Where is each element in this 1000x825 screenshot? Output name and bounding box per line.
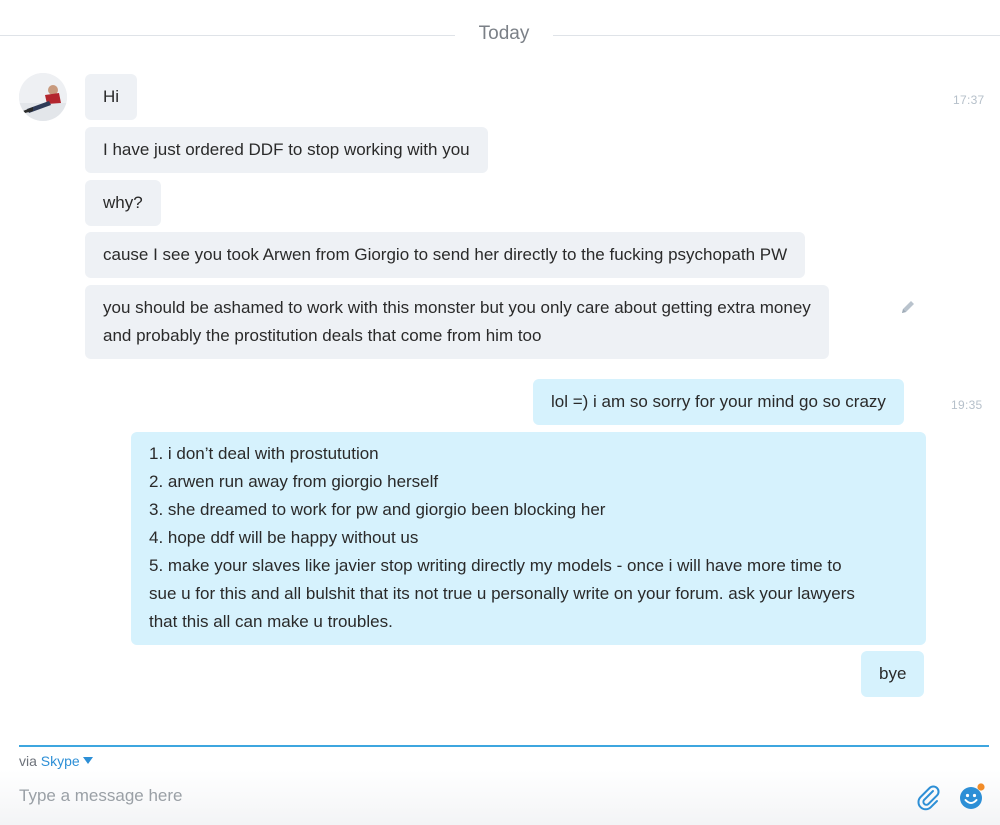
divider-line [0,35,455,36]
caret-down-icon[interactable] [82,757,93,764]
message-bubble-incoming[interactable]: I have just ordered DDF to stop working … [85,127,488,173]
message-bubble-outgoing[interactable]: lol =) i am so sorry for your mind go so… [533,379,904,425]
message-input[interactable] [19,783,879,809]
notification-dot [977,783,985,791]
service-label[interactable]: Skype [41,753,80,769]
date-separator: Today [0,18,1000,52]
contact-avatar[interactable] [19,73,67,121]
message-bubble-incoming[interactable]: you should be ashamed to work with this … [85,285,829,359]
composer-focus-line [19,745,989,747]
message-line: 5. make your slaves like javier stop wri… [149,556,842,575]
message-bubble-outgoing[interactable]: 1. i don’t deal with prostutution 2. arw… [131,432,926,645]
message-timestamp: 19:35 [951,398,983,412]
pencil-icon[interactable] [899,298,917,316]
message-line: 4. hope ddf will be happy without us [149,528,419,547]
message-line: 1. i don’t deal with prostutution [149,444,379,463]
chat-window: Today Hi 17:37 I have just ordered DDF t… [0,0,1000,825]
message-line: that this all can make u troubles. [149,612,393,631]
message-line: 2. arwen run away from giorgio herself [149,472,439,491]
message-bubble-incoming[interactable]: cause I see you took Arwen from Giorgio … [85,232,806,278]
message-line: you should be ashamed to work with this … [103,298,811,317]
divider-line [553,35,1000,36]
message-line: 3. she dreamed to work for pw and giorgi… [149,500,606,519]
paperclip-icon[interactable] [914,783,942,811]
send-via-selector[interactable]: via Skype [19,753,93,769]
message-bubble-outgoing[interactable]: bye [861,651,925,697]
message-bubble-incoming[interactable]: Hi [85,74,138,120]
smiley-icon[interactable] [957,781,987,813]
date-label: Today [478,23,530,44]
via-label: via [19,753,37,769]
message-line: and probably the prostitution deals that… [103,326,542,345]
message-bubble-incoming[interactable]: why? [85,180,161,226]
avatar-image [19,73,67,121]
message-timestamp: 17:37 [953,93,985,107]
message-line: sue u for this and all bulshit that its … [149,584,855,603]
